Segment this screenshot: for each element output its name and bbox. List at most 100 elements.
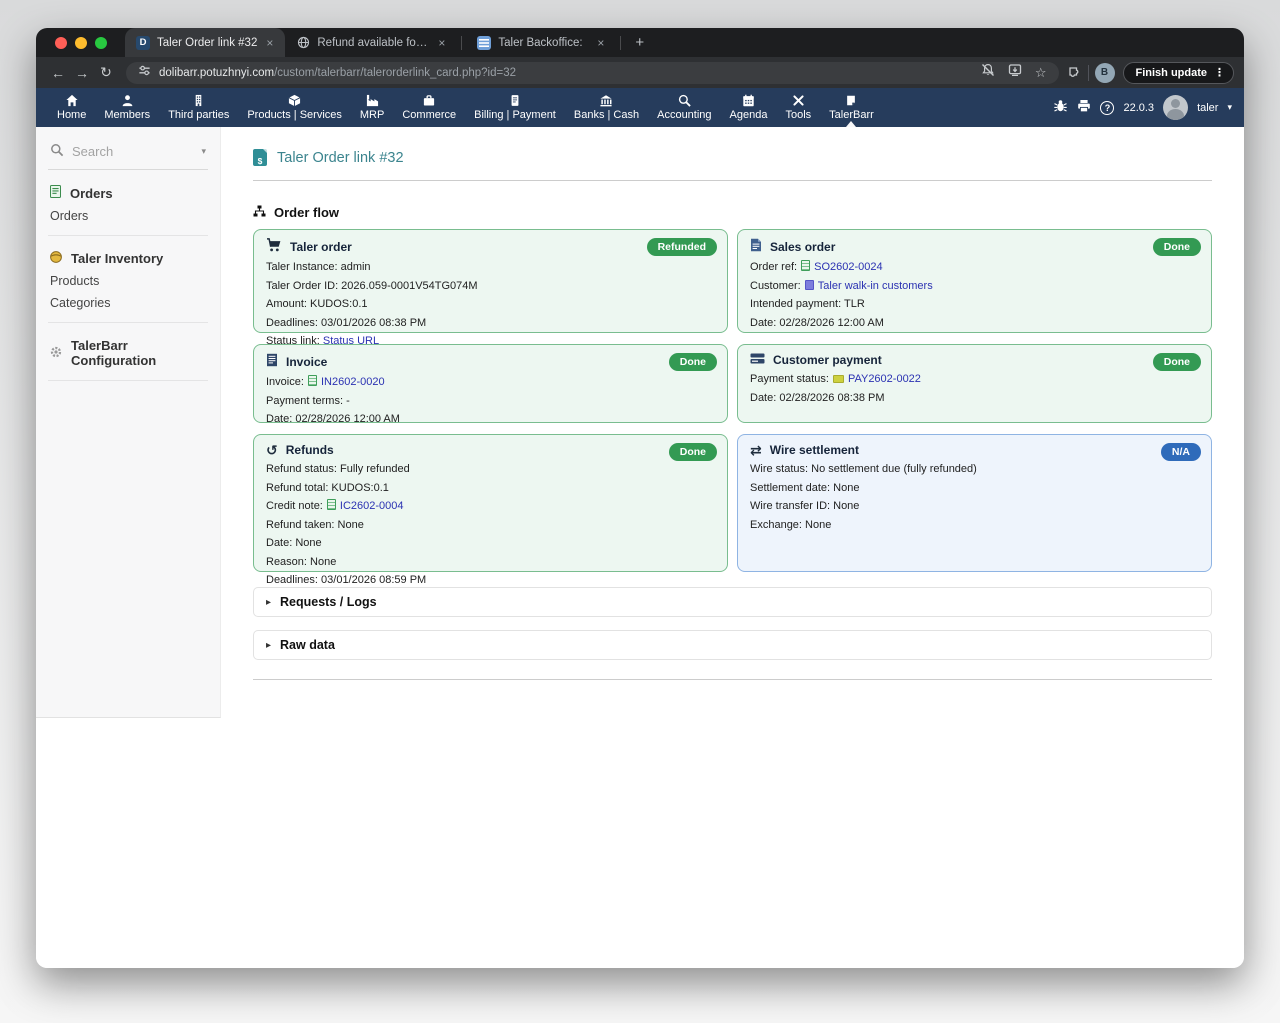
card-field: Payment status: PAY2602-0022: [750, 372, 1199, 387]
card-field: Invoice: IN2602-0020: [266, 375, 715, 390]
user-menu-chevron-icon[interactable]: ▾: [1227, 102, 1232, 113]
window-controls: [36, 28, 125, 57]
factory-icon: [366, 94, 379, 107]
nav-item-accounting[interactable]: Accounting: [648, 88, 720, 127]
minimize-window-button[interactable]: [75, 37, 87, 49]
tab-refund-available[interactable]: Refund available for Order fro ×: [285, 28, 457, 57]
card-field-link[interactable]: PAY2602-0022: [848, 373, 921, 385]
nav-item-talerbarr[interactable]: TalerBarr: [820, 88, 883, 127]
requests-logs-collapsible[interactable]: ▸ Requests / Logs: [253, 587, 1212, 617]
nav-item-billing-payment[interactable]: Billing | Payment: [465, 88, 565, 127]
new-tab-button[interactable]: +: [635, 34, 644, 51]
status-badge: Done: [1153, 353, 1201, 371]
left-sidebar: Search ▾ Orders Orders Taler Inventory P…: [36, 127, 221, 718]
install-icon[interactable]: [1008, 63, 1022, 82]
status-badge: Done: [669, 353, 717, 371]
username-label[interactable]: taler: [1197, 102, 1218, 114]
browser-menu-icon[interactable]: ⋮: [1214, 66, 1225, 79]
close-window-button[interactable]: [55, 37, 67, 49]
person-icon: [121, 94, 134, 107]
card-field: Refund total: KUDOS:0.1: [266, 481, 715, 496]
tab-taler-backoffice[interactable]: Taler Backoffice: ×: [466, 28, 616, 57]
sidebar-item-categories[interactable]: Categories: [50, 296, 206, 310]
profile-avatar[interactable]: B: [1095, 63, 1115, 83]
bottom-divider: [253, 679, 1212, 680]
cart-icon: [266, 238, 282, 255]
sidebar-section-orders: Orders: [50, 185, 206, 201]
zoom-window-button[interactable]: [95, 37, 107, 49]
nav-item-products-services[interactable]: Products | Services: [238, 88, 351, 127]
tab-taler-order-link[interactable]: D Taler Order link #32 ×: [125, 28, 285, 57]
card-field-link[interactable]: Taler walk-in customers: [818, 280, 933, 292]
print-icon[interactable]: [1077, 99, 1091, 116]
gear-icon: [50, 346, 62, 361]
page-title: Taler Order link #32: [277, 150, 404, 166]
card-field: Intended payment: TLR: [750, 297, 1199, 312]
nav-item-agenda[interactable]: Agenda: [721, 88, 777, 127]
help-icon[interactable]: ?: [1100, 101, 1114, 115]
close-tab-icon[interactable]: ×: [595, 36, 606, 50]
exchange-icon: ⇄: [750, 443, 762, 457]
bank-icon: [599, 94, 613, 107]
card-field: Deadlines: 03/01/2026 08:59 PM: [266, 573, 715, 588]
close-tab-icon[interactable]: ×: [264, 36, 275, 50]
card-field: Settlement date: None: [750, 481, 1199, 496]
nav-item-members[interactable]: Members: [95, 88, 159, 127]
card-title: Invoice: [286, 355, 327, 369]
url-text[interactable]: dolibarr.potuzhnyi.com/custom/talerbarr/…: [159, 67, 973, 79]
card-field: Payment terms: -: [266, 394, 715, 409]
nav-item-commerce[interactable]: Commerce: [393, 88, 465, 127]
notifications-blocked-icon[interactable]: [981, 63, 995, 82]
sales-order-file-icon: [750, 238, 762, 255]
home-icon: [65, 94, 79, 107]
inventory-box-icon: [50, 251, 62, 266]
nav-item-third-parties[interactable]: Third parties: [159, 88, 238, 127]
debug-bug-icon[interactable]: [1053, 99, 1068, 116]
user-avatar[interactable]: [1163, 95, 1188, 120]
tab-title: Taler Backoffice:: [498, 37, 588, 49]
sidebar-item-orders[interactable]: Orders: [50, 209, 206, 223]
sidebar-divider: [48, 380, 208, 381]
company-icon: [805, 280, 814, 290]
title-divider: [253, 180, 1212, 181]
card-field: Exchange: None: [750, 518, 1199, 533]
nav-item-home[interactable]: Home: [48, 88, 95, 127]
card-field-link[interactable]: IC2602-0004: [340, 500, 404, 512]
document-green-icon: [801, 260, 810, 271]
forward-button[interactable]: →: [70, 65, 94, 81]
card-field-link[interactable]: IN2602-0020: [321, 376, 385, 388]
toolbar-separator: [1088, 65, 1089, 81]
finish-update-button[interactable]: Finish update ⋮: [1123, 62, 1235, 84]
reload-button[interactable]: ↻: [94, 64, 118, 81]
tab-separator: [620, 36, 621, 50]
tab-separator: [461, 36, 462, 50]
tab-strip: D Taler Order link #32 × Refund availabl…: [36, 28, 1244, 57]
sidebar-section-talerbarr-configuration[interactable]: TalerBarr Configuration: [50, 338, 206, 368]
card-title: Sales order: [770, 240, 835, 254]
nav-item-tools[interactable]: Tools: [776, 88, 820, 127]
address-bar[interactable]: dolibarr.potuzhnyi.com/custom/talerbarr/…: [126, 62, 1059, 84]
card-field-link[interactable]: SO2602-0024: [814, 261, 883, 273]
card-field: Reason: None: [266, 555, 715, 570]
bookmark-star-icon[interactable]: ☆: [1035, 65, 1047, 81]
sidebar-item-products[interactable]: Products: [50, 274, 206, 288]
card-title: Wire settlement: [770, 443, 859, 457]
nav-item-banks-cash[interactable]: Banks | Cash: [565, 88, 648, 127]
card-sales-order: Sales order Done Order ref: SO2602-0024C…: [737, 229, 1212, 333]
close-tab-icon[interactable]: ×: [436, 36, 447, 50]
card-field: Customer: Taler walk-in customers: [750, 279, 1199, 294]
card-field: Credit note: IC2602-0004: [266, 499, 715, 514]
url-domain: dolibarr.potuzhnyi.com: [159, 67, 274, 79]
search-dropdown-icon[interactable]: ▾: [201, 146, 206, 157]
sidebar-section-taler-inventory: Taler Inventory: [50, 251, 206, 266]
back-button[interactable]: ←: [46, 65, 70, 81]
tab-title: Refund available for Order fro: [317, 37, 429, 49]
collapse-arrow-icon: ▸: [266, 640, 271, 651]
raw-data-collapsible[interactable]: ▸ Raw data: [253, 630, 1212, 660]
extensions-icon[interactable]: [1067, 63, 1082, 83]
nav-item-mrp[interactable]: MRP: [351, 88, 393, 127]
sitemap-icon: [253, 205, 266, 220]
sidebar-search[interactable]: Search ▾: [48, 127, 208, 170]
talerbarr-icon: [845, 94, 857, 107]
site-info-icon[interactable]: [138, 64, 151, 82]
